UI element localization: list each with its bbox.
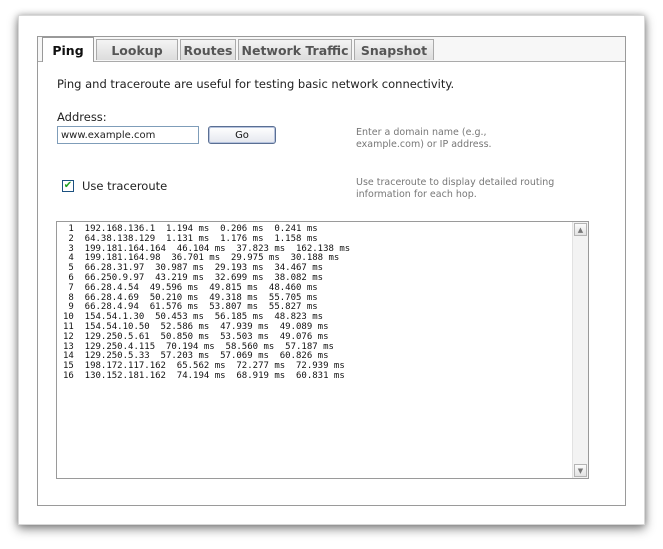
traceroute-output: 1 192.168.136.1 1.194 ms 0.206 ms 0.241 …	[63, 224, 351, 381]
traceroute-checkbox[interactable]: ✔	[62, 180, 74, 192]
traceroute-hint: Use traceroute to display detailed routi…	[356, 177, 555, 200]
tab-routes[interactable]: Routes	[180, 39, 236, 60]
tab-network-traffic[interactable]: Network Traffic	[238, 39, 352, 60]
description-text: Ping and traceroute are useful for testi…	[57, 77, 455, 91]
window-frame: Ping Lookup Routes Network Traffic Snaps…	[18, 15, 645, 525]
tab-bar: Ping Lookup Routes Network Traffic Snaps…	[38, 37, 625, 62]
output-scrollbar[interactable]: ▲ ▼	[572, 222, 588, 478]
address-hint: Enter a domain name (e.g., example.com) …	[356, 127, 492, 150]
tab-lookup[interactable]: Lookup	[96, 39, 178, 60]
tools-panel: Ping Lookup Routes Network Traffic Snaps…	[37, 36, 626, 506]
arrow-up-icon[interactable]: ▲	[574, 223, 587, 236]
checkmark-icon: ✔	[63, 180, 73, 191]
address-label: Address:	[57, 110, 107, 124]
tab-ping[interactable]: Ping	[42, 37, 94, 62]
output-area[interactable]: 1 192.168.136.1 1.194 ms 0.206 ms 0.241 …	[56, 221, 589, 479]
go-button[interactable]: Go	[208, 126, 276, 144]
traceroute-label[interactable]: Use traceroute	[82, 179, 167, 193]
address-input[interactable]	[57, 126, 199, 144]
arrow-down-icon[interactable]: ▼	[574, 464, 587, 477]
tab-snapshot[interactable]: Snapshot	[354, 39, 434, 60]
